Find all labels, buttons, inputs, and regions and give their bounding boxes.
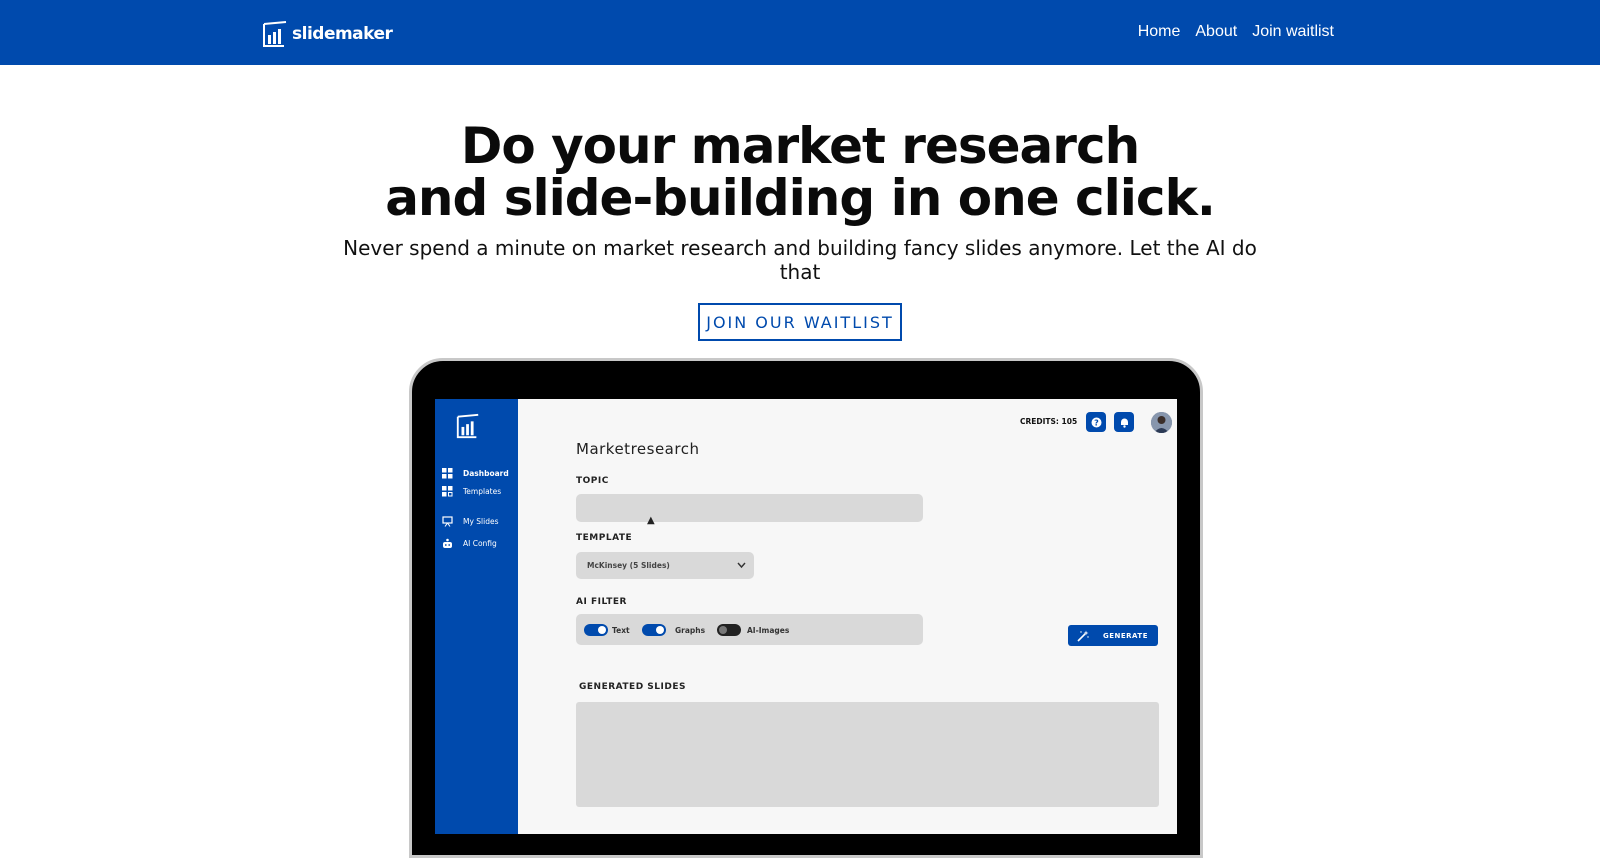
ai-filter-label: AI FILTER xyxy=(576,597,627,607)
page-title: Marketresearch xyxy=(576,440,700,458)
chevron-down-icon xyxy=(737,562,746,569)
app-sidebar: Dashboard Templates My Slides AI Config xyxy=(435,399,518,834)
svg-text:?: ? xyxy=(1094,418,1099,427)
robot-icon xyxy=(443,538,452,548)
hero-subtitle: Never spend a minute on market research … xyxy=(343,236,1257,284)
hero-title: Do your market research and slide-buildi… xyxy=(0,120,1600,224)
help-button[interactable]: ? xyxy=(1086,412,1106,432)
slidemaker-logo[interactable]: slidemaker xyxy=(261,19,393,49)
generate-button[interactable]: GENERATE xyxy=(1068,625,1158,646)
toggle-knob xyxy=(719,626,727,634)
question-icon: ? xyxy=(1091,417,1101,427)
nav-home-link[interactable]: Home xyxy=(1138,23,1181,41)
bell-icon xyxy=(1120,418,1128,428)
text-toggle-label: Text xyxy=(612,626,630,635)
sidebar-item-my-slides[interactable]: My Slides xyxy=(442,516,499,527)
sidebar-item-label: My Slides xyxy=(463,517,499,526)
join-waitlist-button[interactable]: JOIN OUR WAITLIST xyxy=(698,303,902,341)
magic-wand-icon xyxy=(1077,630,1089,642)
mouse-cursor-icon: ▲ xyxy=(647,515,655,526)
generated-slides-area xyxy=(576,702,1159,807)
hero-title-line-1: Do your market research xyxy=(460,117,1140,175)
template-label: TEMPLATE xyxy=(576,533,633,543)
ai-images-toggle[interactable] xyxy=(717,624,741,636)
topic-label: TOPIC xyxy=(576,476,609,486)
template-selected-value: McKinsey (5 Slides) xyxy=(587,561,670,570)
generate-button-label: GENERATE xyxy=(1103,631,1148,640)
ai-filter-panel: Text Graphs AI-Images xyxy=(576,614,923,645)
main-nav: Home About Join waitlist xyxy=(1138,23,1334,41)
ai-images-toggle-label: AI-Images xyxy=(747,626,790,635)
presentation-icon xyxy=(442,516,453,527)
sidebar-item-label: AI Config xyxy=(463,539,497,548)
user-avatar[interactable] xyxy=(1151,412,1172,433)
sidebar-item-label: Templates xyxy=(463,487,502,496)
generated-slides-label: GENERATED SLIDES xyxy=(579,682,686,692)
hero-title-line-2: and slide-building in one click. xyxy=(385,169,1216,227)
avatar-image xyxy=(1151,412,1172,433)
sidebar-item-dashboard[interactable]: Dashboard xyxy=(442,468,509,479)
grid-icon xyxy=(442,468,453,479)
credits-counter: CREDITS: 105 xyxy=(1020,417,1078,426)
template-select[interactable]: McKinsey (5 Slides) xyxy=(576,552,754,579)
topic-input[interactable] xyxy=(576,494,923,522)
top-nav-bar: slidemaker Home About Join waitlist xyxy=(0,0,1600,65)
graphs-toggle[interactable] xyxy=(642,624,666,636)
graphs-toggle-label: Graphs xyxy=(675,626,706,635)
logo-bars-icon xyxy=(263,21,287,47)
app-logo-icon xyxy=(456,413,479,439)
text-toggle[interactable] xyxy=(584,624,608,636)
toggle-knob xyxy=(598,626,606,634)
sidebar-item-templates[interactable]: Templates xyxy=(442,486,501,497)
sidebar-item-label: Dashboard xyxy=(463,469,509,478)
toggle-knob xyxy=(656,626,664,634)
templates-icon xyxy=(442,486,453,497)
notifications-button[interactable] xyxy=(1114,412,1134,432)
sidebar-item-ai-config[interactable]: AI Config xyxy=(442,538,497,549)
nav-about-link[interactable]: About xyxy=(1195,23,1237,41)
app-screenshot: Dashboard Templates My Slides AI Config … xyxy=(435,399,1177,834)
logo-wordmark: slidemaker xyxy=(292,24,393,44)
nav-join-waitlist-link[interactable]: Join waitlist xyxy=(1252,23,1334,41)
